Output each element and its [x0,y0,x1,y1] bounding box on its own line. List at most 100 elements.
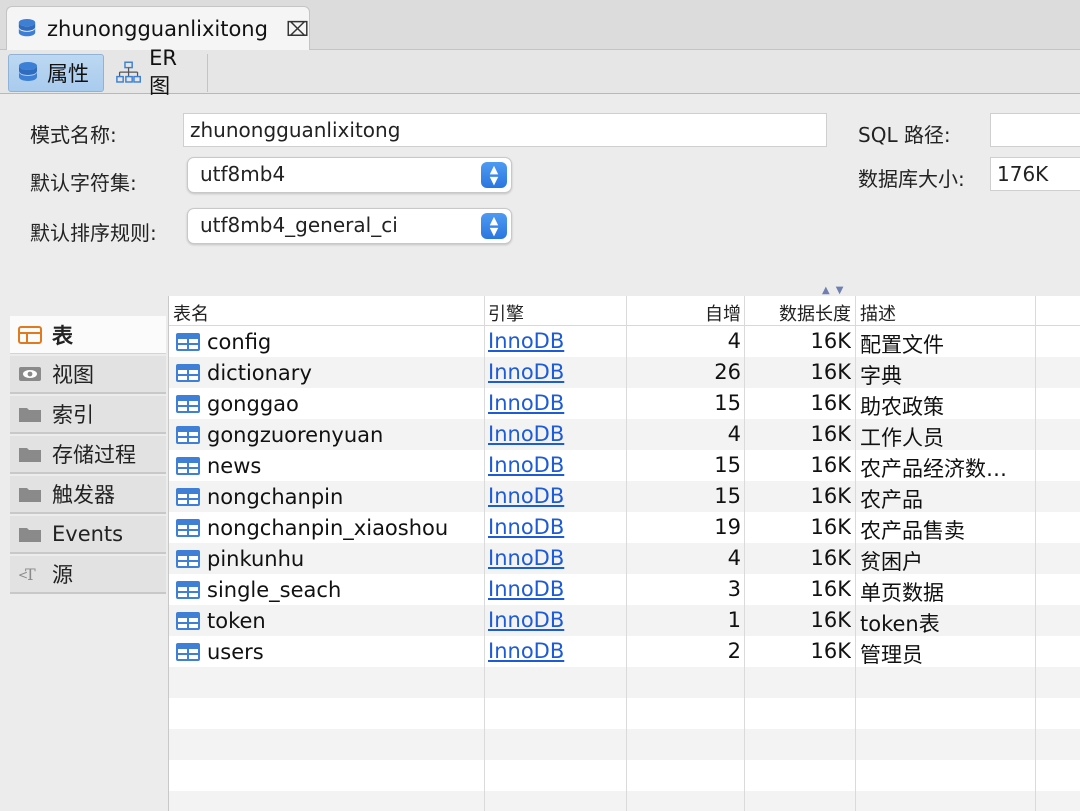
column-divider [1035,296,1036,811]
schema-name-field[interactable]: zhunongguanlixitong [183,113,827,147]
column-header-data-length[interactable]: 数据长度 [747,296,851,326]
table-row[interactable]: dictionary InnoDB 26 16K 字典 [169,357,1080,388]
engine-link[interactable]: InnoDB [488,512,628,543]
column-header-name[interactable]: 表名 [173,296,209,326]
document-tab[interactable]: zhunongguanlixitong ⌧ [6,6,310,50]
engine-link[interactable]: InnoDB [488,419,628,450]
side-tab-label: 视图 [52,363,94,387]
side-tab-label: 表 [52,323,73,348]
empty-row [169,667,1080,698]
engine-link[interactable]: InnoDB [488,636,628,667]
table-grid-icon [176,549,200,568]
side-tab-source[interactable]: < T 源 [10,556,166,594]
tab-properties[interactable]: 属性 [8,54,104,92]
side-tab-label: Events [52,522,124,546]
engine-link[interactable]: InnoDB [488,481,628,512]
table-row[interactable]: nongchanpin InnoDB 15 16K 农产品 [169,481,1080,512]
close-tab-icon[interactable]: ⌧ [286,17,309,41]
table-name-cell: nongchanpin_xiaoshou [175,512,485,543]
auto-increment-cell: 4 [727,422,741,446]
table-name: single_seach [207,577,342,602]
tab-properties-label: 属性 [47,62,89,86]
folder-icon [19,408,41,422]
table-icon [18,325,42,344]
sql-path-field[interactable] [990,113,1080,147]
db-size-label: 数据库大小: [858,167,965,191]
table-name: dictionary [207,360,312,385]
column-header-engine[interactable]: 引擎 [488,296,524,326]
table-header: 表名 引擎 自增 数据长度 描述 [169,296,1080,326]
engine-link[interactable]: InnoDB [488,450,628,481]
side-tab-label: 源 [52,563,73,587]
table-row[interactable]: config InnoDB 4 16K 配置文件 [169,326,1080,357]
select-stepper-icon: ▲ ▼ [481,162,507,188]
data-length-cell: 16K [810,391,852,415]
sql-path-label: SQL 路径: [858,123,951,147]
column-header-auto-increment[interactable]: 自增 [629,296,741,326]
side-tab-label: 索引 [52,403,94,427]
charset-select[interactable]: utf8mb4 ▲ ▼ [187,157,512,193]
table-row[interactable]: pinkunhu InnoDB 4 16K 贫困户 [169,543,1080,574]
side-tab-label: 触发器 [52,483,115,507]
table-grid-icon [176,518,200,537]
empty-row [169,729,1080,760]
subtab-bar: 属性 ER 图 [0,46,1080,98]
table-row[interactable]: single_seach InnoDB 3 16K 单页数据 [169,574,1080,605]
engine-link[interactable]: InnoDB [488,357,628,388]
collation-select[interactable]: utf8mb4_general_ci ▲ ▼ [187,208,512,244]
side-tab-views[interactable]: 视图 [10,356,166,394]
table-row[interactable]: nongchanpin_xiaoshou InnoDB 19 16K 农产品售卖 [169,512,1080,543]
database-icon [18,18,36,36]
data-length-cell: 16K [810,453,852,477]
data-length-cell: 16K [810,484,852,508]
svg-text:T: T [25,565,36,584]
table-name-cell: config [175,326,485,357]
folder-icon [19,528,41,542]
table-grid-icon [176,642,200,661]
side-tab-indexes[interactable]: 索引 [10,396,166,434]
table-grid-icon [176,487,200,506]
side-tab-tables[interactable]: 表 [10,316,166,354]
auto-increment-cell: 26 [714,360,741,384]
table-row[interactable]: gonggao InnoDB 15 16K 助农政策 [169,388,1080,419]
charset-label: 默认字符集: [30,171,137,195]
table-grid-icon [176,332,200,351]
engine-link[interactable]: InnoDB [488,574,628,605]
auto-increment-cell: 15 [714,484,741,508]
data-length-cell: 16K [810,608,852,632]
table-name-cell: gonggao [175,388,485,419]
description-cell: 农产品 [860,488,923,512]
table-row[interactable]: gongzuorenyuan InnoDB 4 16K 工作人员 [169,419,1080,450]
table-name: pinkunhu [207,546,305,571]
side-tab-triggers[interactable]: 触发器 [10,476,166,514]
tab-er-diagram[interactable]: ER 图 [108,46,208,98]
description-cell: 助农政策 [860,395,944,419]
table-row[interactable]: news InnoDB 15 16K 农产品经济数… [169,450,1080,481]
folder-icon [19,448,41,462]
auto-increment-cell: 4 [727,546,741,570]
data-length-cell: 16K [810,329,852,353]
object-type-tabs: 表 视图 索引 存储过程 触发器 Events < T 源 [0,296,168,811]
description-cell: 工作人员 [860,426,944,450]
table-row[interactable]: token InnoDB 1 16K token表 [169,605,1080,636]
auto-increment-cell: 3 [727,577,741,601]
engine-link[interactable]: InnoDB [488,326,628,357]
table-grid-icon [176,363,200,382]
table-name-cell: gongzuorenyuan [175,419,485,450]
table-grid-icon [176,580,200,599]
column-divider [744,296,745,811]
engine-link[interactable]: InnoDB [488,388,628,419]
table-row[interactable]: users InnoDB 2 16K 管理员 [169,636,1080,667]
document-tab-title: zhunongguanlixitong [47,16,268,41]
description-cell: 管理员 [860,643,923,667]
engine-link[interactable]: InnoDB [488,543,628,574]
side-tab-events[interactable]: Events [10,516,166,554]
column-header-description[interactable]: 描述 [860,296,896,326]
select-stepper-icon: ▲ ▼ [481,213,507,239]
charset-value: utf8mb4 [200,162,286,186]
splitter-handle[interactable]: ▲▼ [822,285,849,296]
engine-link[interactable]: InnoDB [488,605,628,636]
data-length-cell: 16K [810,639,852,663]
side-tab-procedures[interactable]: 存储过程 [10,436,166,474]
auto-increment-cell: 1 [727,608,741,632]
